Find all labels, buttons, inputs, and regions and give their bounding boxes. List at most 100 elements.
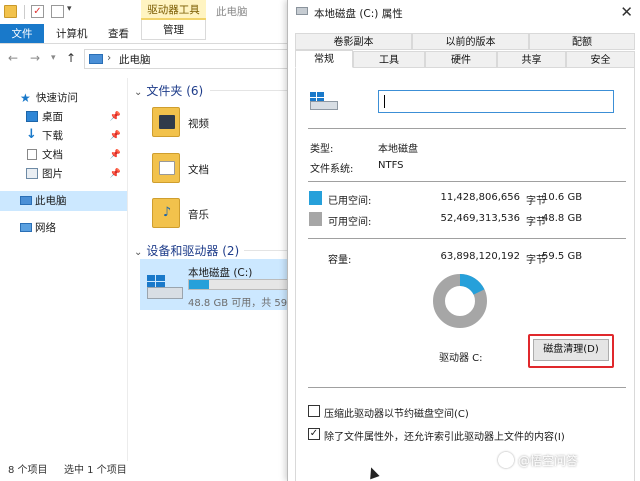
dialog-title: 本地磁盘 (C:) 属性 — [314, 8, 403, 20]
address-path: 此电脑 — [119, 54, 151, 66]
capacity-size: 59.5 GB — [542, 251, 583, 262]
drive-item-c[interactable]: 本地磁盘 (C:) 48.8 GB 可用，共 59.5 — [140, 259, 300, 310]
type-value: 本地磁盘 — [378, 144, 418, 155]
selection-count: 选中 1 个项目 — [64, 465, 127, 476]
up-arrow-icon[interactable]: ↑ — [66, 51, 76, 65]
tab-tools[interactable]: 工具 — [353, 51, 425, 68]
free-space-bytes: 52,469,313,536 — [440, 213, 520, 224]
drive-icon — [296, 7, 308, 15]
tab-manage[interactable]: 管理 — [141, 20, 206, 40]
disk-cleanup-button[interactable]: 磁盘清理(D) — [533, 339, 609, 361]
text-caret — [384, 95, 385, 108]
pin-icon[interactable]: 📌 — [110, 126, 121, 146]
computer-icon — [89, 54, 103, 64]
document-icon — [159, 161, 175, 175]
volume-name-input[interactable] — [378, 90, 614, 113]
file-explorer-window: ✓ ▾ 此电脑 文件 计算机 查看 驱动器工具 管理 ← → ▾ ↑ › 此电脑… — [0, 0, 300, 481]
filesystem-label: 文件系统: — [310, 164, 354, 175]
drive-usage-bar — [188, 279, 300, 290]
folder-label: 视频 — [188, 118, 209, 130]
sidebar-item-label: 桌面 — [42, 111, 63, 123]
quick-access-dropdown-icon[interactable]: ▾ — [67, 4, 72, 14]
chevron-down-icon[interactable]: ⌄ — [134, 87, 142, 98]
new-folder-icon[interactable] — [51, 5, 64, 18]
drive-free-space: 48.8 GB 可用，共 59.5 — [188, 298, 297, 309]
sidebar-item-network[interactable]: 网络 — [0, 218, 127, 238]
capacity-bytes: 63,898,120,192 — [440, 251, 520, 262]
section-divider — [308, 181, 626, 182]
used-space-swatch — [309, 191, 322, 205]
videos-folder-icon — [152, 107, 180, 137]
index-label: 除了文件属性外，还允许索引此驱动器上文件的内容(I) — [324, 432, 565, 443]
close-icon[interactable]: ✕ — [620, 3, 633, 21]
recent-dropdown-icon[interactable]: ▾ — [51, 53, 56, 63]
download-arrow-icon: ↓ — [26, 127, 37, 142]
pin-icon[interactable]: 📌 — [110, 107, 121, 127]
tab-hardware[interactable]: 硬件 — [425, 51, 497, 68]
sidebar-item-desktop[interactable]: 桌面 📌 — [0, 107, 127, 127]
sidebar-item-documents[interactable]: 文档 📌 — [0, 145, 127, 165]
properties-check-icon[interactable]: ✓ — [31, 5, 44, 18]
disk-usage-donut — [433, 274, 487, 328]
hard-drive-icon — [310, 101, 338, 110]
status-bar: 8 个项目 选中 1 个项目 — [0, 461, 300, 481]
folders-group-title: 文件夹 (6) — [146, 84, 204, 98]
sidebar-item-label: 此电脑 — [35, 195, 67, 207]
folder-label: 文档 — [188, 164, 209, 176]
folders-group-header[interactable]: ⌄ 文件夹 (6) — [134, 82, 203, 99]
section-divider — [308, 128, 626, 129]
sidebar-item-quick-access[interactable]: ★ 快速访问 — [0, 88, 127, 108]
devices-group-header[interactable]: ⌄ 设备和驱动器 (2) — [134, 242, 239, 259]
tab-security[interactable]: 安全 — [566, 51, 635, 68]
compress-checkbox[interactable] — [308, 405, 320, 417]
star-icon: ★ — [20, 91, 31, 105]
film-strip-icon — [159, 115, 175, 129]
quick-access-separator — [24, 5, 25, 19]
free-space-swatch — [309, 212, 322, 226]
chevron-down-icon[interactable]: ⌄ — [134, 247, 142, 258]
sidebar-item-downloads[interactable]: ↓ 下载 📌 — [0, 126, 127, 146]
section-divider — [308, 238, 626, 239]
tab-file[interactable]: 文件 — [0, 24, 44, 44]
sidebar-item-label: 文档 — [42, 149, 63, 161]
computer-icon — [20, 196, 32, 205]
drive-tools-header: 驱动器工具 — [141, 0, 206, 20]
tab-view[interactable]: 查看 — [108, 24, 129, 44]
free-space-label: 可用空间: — [328, 217, 372, 228]
address-box[interactable]: › 此电脑 — [84, 49, 300, 69]
back-arrow-icon[interactable]: ← — [8, 51, 18, 65]
network-icon — [20, 223, 32, 232]
folder-icon[interactable] — [4, 5, 17, 18]
forward-arrow-icon[interactable]: → — [30, 51, 40, 65]
chevron-right-icon[interactable]: › — [107, 52, 111, 64]
index-checkbox[interactable]: ✓ — [308, 428, 320, 440]
pin-icon[interactable]: 📌 — [110, 145, 121, 165]
tab-sharing[interactable]: 共享 — [497, 51, 566, 68]
tab-previous-versions[interactable]: 以前的版本 — [412, 33, 529, 50]
sidebar-item-pictures[interactable]: 图片 📌 — [0, 164, 127, 184]
used-space-label: 已用空间: — [328, 196, 372, 207]
tab-quota[interactable]: 配额 — [529, 33, 635, 50]
item-count: 8 个项目 — [8, 465, 48, 476]
sidebar-item-this-pc[interactable]: 此电脑 — [0, 191, 127, 211]
pin-icon[interactable]: 📌 — [110, 164, 121, 184]
section-divider — [308, 387, 626, 388]
address-bar-row: ← → ▾ ↑ › 此电脑 — [0, 46, 300, 72]
capacity-label: 容量: — [328, 255, 352, 266]
tab-shadow-copies[interactable]: 卷影副本 — [295, 33, 412, 50]
ribbon-divider — [0, 43, 300, 44]
dialog-title-bar: 本地磁盘 (C:) 属性 ✕ — [288, 0, 640, 26]
window-title: 此电脑 — [216, 6, 248, 18]
sidebar-item-label: 下载 — [42, 130, 63, 142]
sidebar-item-label: 网络 — [35, 222, 56, 234]
folder-label: 音乐 — [188, 209, 209, 221]
document-icon — [27, 149, 37, 160]
filesystem-value: NTFS — [378, 160, 404, 171]
type-label: 类型: — [310, 144, 334, 155]
desktop-icon — [26, 111, 38, 122]
used-space-bytes: 11,428,806,656 — [440, 192, 520, 203]
used-space-size: 10.6 GB — [542, 192, 583, 203]
tab-computer[interactable]: 计算机 — [56, 24, 88, 44]
hard-drive-icon — [147, 287, 183, 299]
tab-general[interactable]: 常规 — [295, 50, 353, 68]
